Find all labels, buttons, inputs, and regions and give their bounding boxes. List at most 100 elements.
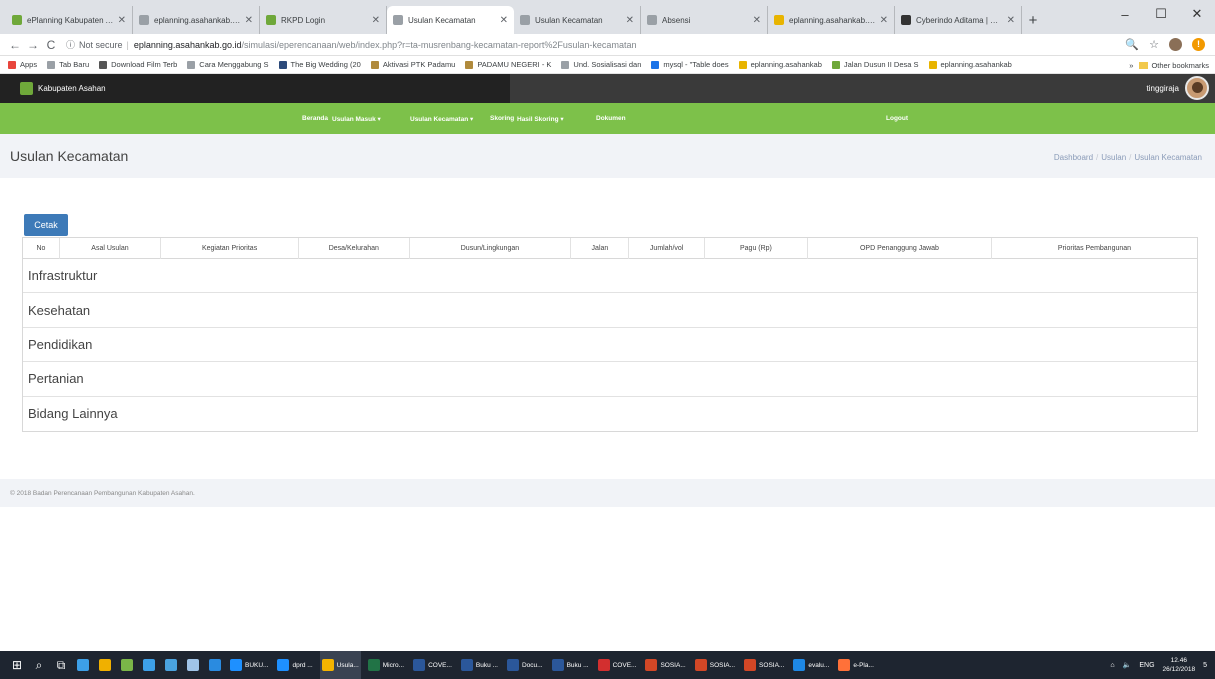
tab-close-icon[interactable]: ✕ <box>118 15 126 26</box>
bookmark-item[interactable]: PADAMU NEGERI - K <box>465 60 551 69</box>
tab-close-icon[interactable]: ✕ <box>880 15 888 26</box>
browser-tab[interactable]: ePlanning Kabupaten Asaha ✕ <box>6 6 133 34</box>
bookmark-label: Apps <box>20 60 38 69</box>
browser-tab[interactable]: Absensi ✕ <box>641 6 768 34</box>
minimize-button[interactable]: – <box>1107 0 1143 28</box>
omnibox-actions: 🔍 ☆ ! <box>1125 38 1215 51</box>
new-tab-button[interactable]: + <box>1022 6 1044 34</box>
tab-close-icon[interactable]: ✕ <box>626 15 634 26</box>
search-icon[interactable]: ⌕ <box>30 651 48 679</box>
brand-name[interactable]: Kabupaten Asahan <box>38 84 106 93</box>
bookmark-label: Und. Sosialisasi dan <box>573 60 642 69</box>
taskbar-app-button[interactable]: e-Pla... <box>836 651 876 679</box>
zoom-icon[interactable]: 🔍 <box>1125 38 1139 51</box>
browser-tab[interactable]: eplanning.asahankab.go.id ✕ <box>133 6 260 34</box>
taskbar-app-button[interactable]: SOSIA... <box>643 651 687 679</box>
tab-close-icon[interactable]: ✕ <box>1007 15 1015 26</box>
language-indicator[interactable]: ENG <box>1139 662 1154 669</box>
task-view-icon[interactable]: ⧉ <box>52 651 70 679</box>
bookmark-item[interactable]: Jalan Dusun II Desa S <box>831 60 919 69</box>
start-icon[interactable]: ⊞ <box>8 651 26 679</box>
brand-area: Kabupaten Asahan <box>0 74 510 103</box>
pinned-app-icon[interactable] <box>96 651 114 679</box>
tab-close-icon[interactable]: ✕ <box>245 15 253 26</box>
bookmarks-more-button[interactable]: » <box>1129 61 1133 70</box>
url-input[interactable]: ⓘ Not secure | eplanning.asahankab.go.id… <box>66 36 1125 54</box>
nav-item[interactable]: Usulan Kecamatan ▾ <box>410 103 473 134</box>
bookmark-favicon-icon <box>278 60 287 69</box>
table-column-header: Jumlah/vol <box>629 238 705 259</box>
taskbar-app-button[interactable]: Usula... <box>319 651 361 679</box>
nav-item[interactable]: Beranda <box>302 103 328 134</box>
taskbar-app-button[interactable]: BUKU... <box>228 651 270 679</box>
nav-item[interactable]: Usulan Masuk ▾ <box>332 103 381 134</box>
taskbar-app-button[interactable]: Micro... <box>366 651 406 679</box>
taskbar-app-button[interactable]: dprd ... <box>275 651 314 679</box>
taskbar-app-label: evalu... <box>808 661 830 669</box>
browser-tab[interactable]: Usulan Kecamatan ✕ <box>514 6 641 34</box>
taskbar-app-button[interactable]: evalu... <box>791 651 831 679</box>
forward-button[interactable]: → <box>24 38 42 52</box>
tab-title: Absensi <box>662 15 691 25</box>
taskbar-app-button[interactable]: SOSIA... <box>693 651 737 679</box>
kabupaten-logo-icon <box>20 82 33 95</box>
browser-tab[interactable]: Usulan Kecamatan ✕ <box>387 6 514 34</box>
breadcrumb-dashboard[interactable]: Dashboard <box>1054 153 1093 162</box>
tab-close-icon[interactable]: ✕ <box>500 15 508 26</box>
bookmark-item[interactable]: Aktivasi PTK Padamu <box>370 60 456 69</box>
browser-tab[interactable]: eplanning.asahankab.go.id ✕ <box>768 6 895 34</box>
bookmark-favicon-icon <box>187 60 196 69</box>
close-window-button[interactable]: ✕ <box>1179 0 1215 28</box>
nav-item[interactable]: Hasil Skoring ▾ <box>517 103 564 134</box>
browser-tab[interactable]: Cyberindo Aditama | Speed ✕ <box>895 6 1022 34</box>
taskbar-app-button[interactable]: Buku ... <box>550 651 591 679</box>
info-icon[interactable]: ⓘ <box>66 38 75 51</box>
pinned-app-icon[interactable] <box>140 651 158 679</box>
bookmark-item[interactable]: Apps <box>8 60 37 69</box>
taskbar-app-button[interactable]: Buku ... <box>459 651 500 679</box>
profile-avatar[interactable] <box>1169 38 1182 51</box>
pinned-app-icon[interactable] <box>74 651 92 679</box>
taskbar-app-button[interactable]: COVE... <box>596 651 639 679</box>
pinned-app-icon[interactable] <box>184 651 202 679</box>
bookmark-item[interactable]: The Big Wedding (20 <box>278 60 361 69</box>
taskbar-app-button[interactable]: COVE... <box>411 651 454 679</box>
bookmark-item[interactable]: Download Film Terb <box>99 60 177 69</box>
notification-center-icon[interactable]: 5 <box>1203 662 1207 669</box>
bookmark-item[interactable]: Tab Baru <box>47 60 89 69</box>
bookmark-item[interactable]: eplanning.asahankab <box>738 60 822 69</box>
update-warning-icon[interactable]: ! <box>1192 38 1205 51</box>
maximize-button[interactable]: ☐ <box>1143 0 1179 28</box>
bookmark-star-icon[interactable]: ☆ <box>1149 38 1159 51</box>
tab-close-icon[interactable]: ✕ <box>753 15 761 26</box>
back-button[interactable]: ← <box>6 38 24 52</box>
nav-item[interactable]: Dokumen <box>596 103 626 134</box>
logout-link[interactable]: Logout <box>886 103 908 134</box>
breadcrumb-usulan[interactable]: Usulan <box>1101 153 1126 162</box>
bookmark-item[interactable]: mysql - "Table does <box>651 60 729 69</box>
pinned-app-icon[interactable] <box>118 651 136 679</box>
bookmark-item[interactable]: eplanning.asahankab <box>928 60 1012 69</box>
table-column-header: Dusun/Lingkungan <box>410 238 572 259</box>
pinned-app-icon[interactable] <box>162 651 180 679</box>
clock[interactable]: 12.46 26/12/2018 <box>1163 656 1196 674</box>
other-bookmarks-folder[interactable]: Other bookmarks <box>1139 61 1209 70</box>
bookmark-label: Aktivasi PTK Padamu <box>382 60 456 69</box>
bookmark-item[interactable]: Cara Menggabung S <box>187 60 269 69</box>
bookmark-item[interactable]: Und. Sosialisasi dan <box>561 60 641 69</box>
tab-favicon-icon <box>520 15 530 25</box>
tab-close-icon[interactable]: ✕ <box>372 15 380 26</box>
bookmark-favicon-icon <box>465 60 474 69</box>
cetak-button[interactable]: Cetak <box>24 214 68 236</box>
taskbar-app-button[interactable]: Docu... <box>505 651 545 679</box>
browser-tab[interactable]: RKPD Login ✕ <box>260 6 387 34</box>
nav-item[interactable]: Skoring <box>490 103 514 134</box>
user-avatar[interactable] <box>1185 76 1209 100</box>
app-icon <box>413 659 426 671</box>
pinned-app-icon[interactable] <box>206 651 224 679</box>
volume-icon[interactable]: 🔈 <box>1123 661 1132 669</box>
reload-button[interactable]: C <box>42 38 60 52</box>
network-icon[interactable]: ⌂ <box>1110 662 1114 669</box>
user-menu[interactable]: tinggiraja <box>1147 76 1209 100</box>
taskbar-app-button[interactable]: SOSIA... <box>742 651 786 679</box>
